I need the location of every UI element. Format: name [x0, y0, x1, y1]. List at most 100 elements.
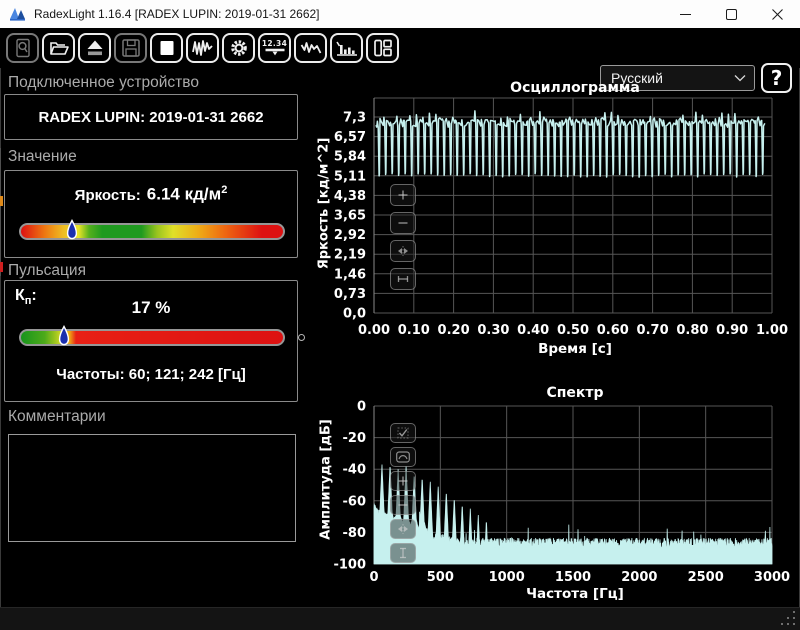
- device-panel-box: RADEX LUPIN: 2019-01-31 2662: [4, 94, 298, 140]
- svg-text:0.10: 0.10: [398, 323, 430, 338]
- svg-text:0: 0: [369, 570, 378, 585]
- splitter-handle[interactable]: [298, 334, 305, 341]
- osc-zoom-in-button[interactable]: [390, 184, 416, 206]
- svg-text:1,46: 1,46: [334, 267, 366, 282]
- spec-vertical-scale-button[interactable]: [390, 543, 416, 563]
- spec-select-check-button[interactable]: [390, 423, 416, 443]
- svg-text:4,38: 4,38: [334, 189, 366, 204]
- spec-envelope-button[interactable]: [390, 447, 416, 467]
- svg-text:5,11: 5,11: [334, 169, 366, 184]
- svg-text:0.80: 0.80: [676, 323, 708, 338]
- plus-icon: [398, 190, 408, 200]
- svg-text:2000: 2000: [621, 570, 657, 585]
- gear-icon: [230, 40, 247, 56]
- device-panel-header: Подключенное устройство: [8, 74, 199, 91]
- open-file-button[interactable]: [42, 33, 75, 63]
- brightness-value: 6.14 кд/м2: [146, 184, 228, 204]
- left-edge-line: [0, 148, 1, 276]
- svg-text:-100: -100: [333, 558, 366, 573]
- brightness-label: Яркость:: [74, 186, 141, 204]
- plus-icon: [398, 476, 408, 486]
- minus-icon: [398, 222, 408, 224]
- spec-fit-view-button[interactable]: [390, 519, 416, 539]
- svg-text:-20: -20: [343, 431, 367, 446]
- svg-text:0.40: 0.40: [517, 323, 549, 338]
- svg-text:1000: 1000: [489, 570, 525, 585]
- value-panel-header: Значение: [8, 148, 77, 165]
- eject-button[interactable]: [78, 33, 111, 63]
- svg-text:1.00: 1.00: [756, 323, 788, 338]
- close-icon: [771, 8, 783, 20]
- svg-text:0.90: 0.90: [716, 323, 748, 338]
- pulsation-panel-header: Пульсация: [8, 262, 86, 279]
- layout-panels-button[interactable]: [366, 33, 399, 63]
- meter-icon-text: 12.34: [261, 38, 288, 48]
- app-window: { "window": { "title": "RadexLight 1.16.…: [0, 0, 800, 630]
- waveform-chart-button[interactable]: [294, 33, 327, 63]
- svg-text:2,19: 2,19: [334, 248, 366, 263]
- minimize-button[interactable]: [662, 0, 708, 28]
- svg-text:2,92: 2,92: [334, 228, 366, 243]
- maximize-icon: [725, 8, 737, 20]
- svg-text:0,0: 0,0: [343, 307, 366, 322]
- edge-marker-red: [0, 262, 3, 272]
- osc-zoom-out-button[interactable]: [390, 212, 416, 234]
- spectrum-chart-button[interactable]: [330, 33, 363, 63]
- svg-text:7,3: 7,3: [343, 111, 366, 126]
- resize-grip[interactable]: [781, 611, 796, 626]
- maximize-button[interactable]: [708, 0, 754, 28]
- svg-text:6,57: 6,57: [334, 130, 366, 145]
- svg-text:-40: -40: [343, 463, 367, 478]
- statusbar: [0, 607, 800, 630]
- osc-horizontal-scale-button[interactable]: [390, 268, 416, 290]
- spec-zoom-in-button[interactable]: [390, 471, 416, 491]
- fit-arrows-icon: [398, 524, 408, 534]
- oscillogram-chart[interactable]: 7,3 6,57 5,84 5,11 4,38 3,65 2,92 2,19 1,46 0,73 0…: [310, 72, 796, 340]
- svg-text:1500: 1500: [555, 570, 591, 585]
- svg-text:2500: 2500: [688, 570, 724, 585]
- horizontal-range-icon: [397, 276, 409, 282]
- oscillogram-ylabel: Яркость [кд/м^2]: [316, 137, 332, 270]
- minimize-icon: [679, 13, 691, 15]
- save-button[interactable]: [114, 33, 147, 63]
- kp-value: 17 %: [131, 298, 171, 317]
- svg-text:0,73: 0,73: [334, 287, 366, 302]
- settings-button[interactable]: [222, 33, 255, 63]
- eject-icon: [87, 40, 102, 56]
- svg-text:5,84: 5,84: [334, 150, 366, 165]
- layout-icon: [373, 39, 392, 57]
- svg-text:-60: -60: [343, 494, 367, 509]
- minus-icon: [398, 504, 408, 506]
- svg-text:0: 0: [357, 400, 366, 415]
- oscillogram-view-button[interactable]: [186, 33, 219, 63]
- close-button[interactable]: [754, 0, 800, 28]
- comments-textarea[interactable]: [8, 434, 296, 542]
- floppy-save-icon: [121, 39, 140, 57]
- envelope-curve-icon: [396, 451, 410, 463]
- spectrum-ylabel: Амплитуда [дБ]: [318, 419, 334, 540]
- titlebar: RadexLight 1.16.4 [RADEX LUPIN: 2019-01-…: [0, 0, 800, 29]
- svg-text:0.60: 0.60: [597, 323, 629, 338]
- open-folder-icon: [49, 42, 69, 55]
- spectrum-chart[interactable]: 0-20-40-60-80-1000 500 1000 1500 2000 2500 300…: [310, 378, 796, 604]
- svg-text:0.70: 0.70: [637, 323, 669, 338]
- svg-text:0.00: 0.00: [358, 323, 390, 338]
- pulsation-panel-box: Кп: 17 % Частоты: 60; 121; 242 [Гц]: [4, 280, 298, 402]
- spectrum-xlabel: Частота [Гц]: [526, 586, 624, 602]
- line-chart-icon: [300, 42, 321, 54]
- frequencies-text: Частоты: 60; 121; 242 [Гц]: [56, 366, 246, 383]
- svg-text:-80: -80: [343, 526, 367, 541]
- zoom-button[interactable]: [6, 33, 39, 63]
- svg-text:3,65: 3,65: [334, 209, 366, 224]
- comments-panel-header: Комментарии: [8, 408, 106, 425]
- svg-text:0.50: 0.50: [557, 323, 589, 338]
- osc-fit-view-button[interactable]: [390, 240, 416, 262]
- bar-chart-icon: [335, 41, 357, 56]
- numeric-display-button[interactable]: 12.34: [258, 33, 291, 63]
- stop-button[interactable]: [150, 33, 183, 63]
- device-name: RADEX LUPIN: 2019-01-31 2662: [38, 108, 264, 126]
- svg-text:0.20: 0.20: [438, 323, 470, 338]
- spec-zoom-out-button[interactable]: [390, 495, 416, 515]
- brightness-readout: Яркость: 6.14 кд/м2: [5, 184, 297, 205]
- brightness-scale-bar: [19, 223, 285, 240]
